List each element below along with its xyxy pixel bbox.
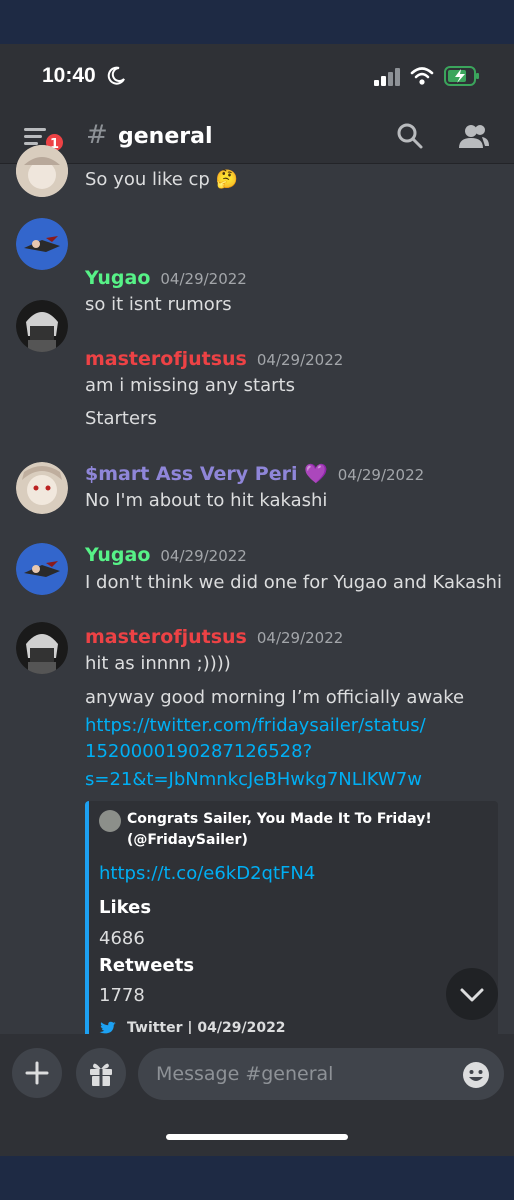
avatar[interactable] <box>16 218 68 270</box>
jump-to-bottom-button[interactable] <box>446 968 498 1020</box>
battery-icon <box>444 66 479 86</box>
channel-header: 1 # general <box>0 110 514 164</box>
hash-icon: # <box>86 120 108 150</box>
signal-icon <box>374 68 400 86</box>
attach-button[interactable] <box>12 1048 62 1098</box>
username[interactable]: masterofjutsus 04/29/2022 <box>85 626 343 648</box>
embed-description-link[interactable]: https://t.co/e6kD2qtFN4 <box>99 863 315 884</box>
username[interactable]: Yugao 04/29/2022 <box>85 544 247 566</box>
embed-field-name: Retweets <box>99 955 195 976</box>
gift-button[interactable] <box>76 1048 126 1098</box>
username-text[interactable]: $mart Ass Very Peri 💜 <box>85 463 328 485</box>
embed-author-line1[interactable]: Congrats Sailer, You Made It To Friday! <box>127 809 487 830</box>
username-text[interactable]: masterofjutsus <box>85 348 247 370</box>
username-text[interactable]: masterofjutsus <box>85 626 247 648</box>
message-list[interactable]: So you like cp 🤔 Yugao 04/29/2022 so it i… <box>0 145 514 1125</box>
embed-author[interactable]: Congrats Sailer, You Made It To Friday! … <box>127 809 487 851</box>
message-text: No I'm about to hit kakashi <box>85 490 328 511</box>
search-icon[interactable] <box>396 122 424 150</box>
channel-name[interactable]: general <box>118 124 213 149</box>
avatar[interactable] <box>16 462 68 514</box>
link-embed: Congrats Sailer, You Made It To Friday! … <box>85 801 498 1047</box>
avatar[interactable] <box>16 300 68 352</box>
username[interactable]: $mart Ass Very Peri 💜 04/29/2022 <box>85 462 424 485</box>
message-composer <box>0 1034 514 1156</box>
message-link[interactable]: https://twitter.com/fridaysailer/status/ <box>85 713 426 739</box>
top-frame <box>0 0 514 44</box>
timestamp: 04/29/2022 <box>256 629 344 647</box>
username[interactable]: Yugao 04/29/2022 <box>85 267 247 289</box>
avatar[interactable] <box>16 622 68 674</box>
avatar[interactable] <box>16 543 68 595</box>
username-text[interactable]: Yugao <box>85 544 150 566</box>
message-text: anyway good morning I’m officially awake <box>85 687 465 708</box>
wifi-icon <box>410 67 434 85</box>
avatar[interactable] <box>16 145 68 197</box>
message-text: am i missing any starts <box>85 375 295 396</box>
message-text: hit as innnn ;)))) <box>85 653 231 674</box>
timestamp: 04/29/2022 <box>337 466 425 484</box>
plus-icon <box>25 1061 49 1085</box>
discord-app: 10:40 1 # general So you like cp 🤔 Yugao… <box>0 44 514 1156</box>
timestamp: 04/29/2022 <box>160 270 247 288</box>
embed-field-value: 4686 <box>99 928 145 949</box>
gift-icon <box>90 1063 112 1086</box>
bottom-frame <box>0 1156 514 1200</box>
timestamp: 04/29/2022 <box>160 547 247 565</box>
message-text: So you like cp 🤔 <box>85 169 238 190</box>
chevron-down-icon <box>460 988 484 1002</box>
message-text: Starters <box>85 408 157 429</box>
embed-author-line2[interactable]: (@FridaySailer) <box>127 830 487 851</box>
embed-field-name: Likes <box>99 897 152 918</box>
message-text: so it isnt rumors <box>85 294 232 315</box>
username[interactable]: masterofjutsus 04/29/2022 <box>85 348 343 370</box>
message-text: I don't think we did one for Yugao and K… <box>85 572 502 593</box>
timestamp: 04/29/2022 <box>256 351 344 369</box>
embed-author-avatar <box>99 810 121 832</box>
message-link[interactable]: s=21&t=JbNmnkcJeBHwkg7NLlKW7w <box>85 767 422 793</box>
status-time: 10:40 <box>42 64 96 87</box>
username-text[interactable]: Yugao <box>85 267 150 289</box>
emoji-icon[interactable] <box>462 1061 490 1089</box>
embed-field-value: 1778 <box>99 985 145 1006</box>
message-link[interactable]: 1520000190287126528? <box>85 739 312 765</box>
moon-icon <box>107 66 125 85</box>
members-icon[interactable] <box>458 122 490 150</box>
status-bar: 10:40 <box>0 44 514 110</box>
home-indicator[interactable] <box>166 1134 348 1140</box>
message-input[interactable] <box>138 1048 504 1100</box>
